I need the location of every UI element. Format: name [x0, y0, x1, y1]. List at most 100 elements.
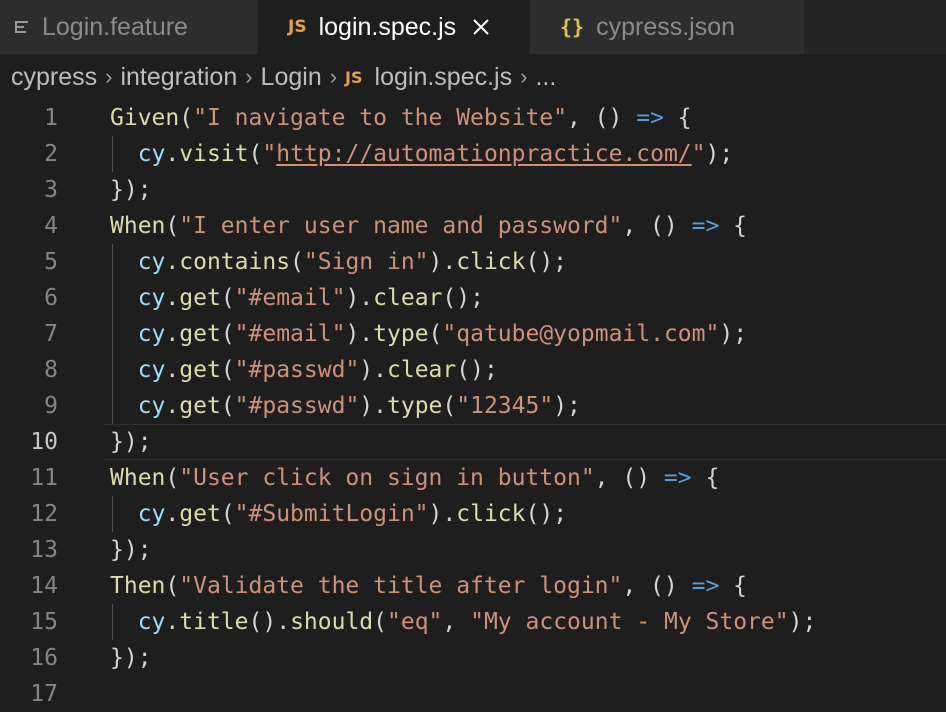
code-token: cy [137, 249, 166, 275]
code-token: "My account - My Store" [470, 609, 789, 635]
breadcrumb-item[interactable]: Login [261, 63, 322, 92]
code-token: (); [456, 357, 498, 383]
code-line[interactable]: 7 cy.get("#email").type("qatube@yopmail.… [0, 316, 946, 352]
code-line[interactable]: 10}); [0, 424, 946, 460]
code-token: ); [705, 141, 734, 167]
code-token: visit [179, 141, 249, 167]
code-line[interactable]: 3}); [0, 172, 946, 208]
feature-file-icon [14, 19, 30, 35]
code-text: cy.get("#passwd").clear(); [110, 352, 498, 388]
breadcrumb: cypress › integration › Login › JS login… [0, 54, 946, 100]
code-line[interactable]: 17 [0, 676, 946, 712]
breadcrumb-item[interactable]: cypress [11, 63, 97, 92]
code-token: , () [622, 213, 692, 239]
code-link[interactable]: http://automationpractice.com/ [276, 141, 691, 167]
code-token: " [691, 141, 706, 167]
code-line[interactable]: 12 cy.get("#SubmitLogin").click(); [0, 496, 946, 532]
code-token: ( [220, 357, 235, 383]
code-token: "Validate the title after login" [179, 573, 623, 599]
chevron-right-icon: › [329, 64, 338, 89]
line-number: 3 [44, 177, 58, 203]
code-token: Then [110, 573, 166, 599]
code-editor[interactable]: 1 Given("I navigate to the Website", () =… [0, 100, 946, 707]
code-token: cy [137, 501, 166, 527]
code-text: }); [110, 172, 152, 208]
code-token: ( [373, 609, 388, 635]
code-token: cy [137, 285, 166, 311]
code-token: ( [179, 105, 194, 131]
code-token: }); [110, 177, 152, 203]
code-line[interactable]: 13}); [0, 532, 946, 568]
breadcrumb-file[interactable]: login.spec.js [375, 63, 513, 92]
code-text: cy.visit("http://automationpractice.com/… [110, 136, 734, 172]
tab-cypress-json[interactable]: {} cypress.json [530, 0, 804, 54]
json-file-icon: {} [560, 15, 585, 39]
code-line[interactable]: 5 cy.contains("Sign in").click(); [0, 244, 946, 280]
code-line[interactable]: 4 When("I enter user name and password", … [0, 208, 946, 244]
code-token: "Sign in" [303, 249, 429, 275]
code-token: ); [788, 609, 817, 635]
code-text: }); [110, 424, 152, 460]
line-number: 6 [44, 285, 58, 311]
js-file-icon: JS [288, 17, 307, 37]
code-token: ( [248, 141, 263, 167]
line-number: 15 [30, 609, 58, 635]
code-token: ( [442, 393, 457, 419]
code-token: . [165, 249, 180, 275]
tab-login-spec-js[interactable]: JS login.spec.js [258, 0, 530, 54]
breadcrumb-more[interactable]: ... [535, 63, 556, 92]
line-number: 10 [30, 429, 58, 455]
code-token: (); [525, 249, 568, 275]
code-line[interactable]: 9 cy.get("#passwd").type("12345"); [0, 388, 946, 424]
code-token: When [110, 465, 166, 491]
code-token: ( [428, 321, 443, 347]
code-token: get [179, 393, 221, 419]
code-token: type [387, 393, 443, 419]
code-line[interactable]: 1 Given("I navigate to the Website", () =… [0, 100, 946, 136]
code-token: ( [220, 285, 235, 311]
breadcrumb-item[interactable]: integration [120, 63, 237, 92]
line-number: 17 [30, 681, 58, 707]
code-token: }); [110, 429, 152, 455]
code-token: "#passwd" [234, 357, 360, 383]
code-token: . [165, 501, 180, 527]
code-line[interactable]: 11 When("User click on sign in button", (… [0, 460, 946, 496]
code-text: cy.get("#email").clear(); [110, 280, 484, 316]
code-token: get [179, 501, 221, 527]
code-token: { [691, 465, 720, 491]
code-line[interactable]: 14 Then("Validate the title after login",… [0, 568, 946, 604]
tab-bar: Login.feature JS login.spec.js {} cypres… [0, 0, 946, 54]
code-token: "qatube@yopmail.com" [442, 321, 720, 347]
code-token: "User click on sign in button" [179, 465, 595, 491]
code-token: ( [165, 213, 180, 239]
tab-login-feature[interactable]: Login.feature [0, 0, 258, 54]
code-token: ( [220, 393, 235, 419]
code-token: "#SubmitLogin" [234, 501, 429, 527]
code-token: title [179, 609, 249, 635]
code-token: "I enter user name and password" [179, 213, 623, 239]
tab-label: login.spec.js [318, 12, 457, 41]
code-token: cy [137, 393, 166, 419]
code-line[interactable]: 6 cy.get("#email").clear(); [0, 280, 946, 316]
code-token: ); [553, 393, 581, 419]
line-number: 1 [44, 105, 58, 131]
close-icon[interactable] [472, 18, 490, 36]
code-token: ( [165, 573, 180, 599]
code-text: cy.get("#SubmitLogin").click(); [110, 496, 567, 532]
code-token: contains [179, 249, 291, 275]
code-line[interactable]: 8 cy.get("#passwd").clear(); [0, 352, 946, 388]
code-line[interactable]: 15 cy.title().should("eq", "My account -… [0, 604, 946, 640]
code-token: "#email" [234, 321, 346, 347]
line-number: 9 [44, 393, 58, 419]
code-line[interactable]: 2 cy.visit("http://automationpractice.co… [0, 136, 946, 172]
code-token: "eq" [387, 609, 443, 635]
code-token: click [456, 249, 526, 275]
code-token: (). [248, 609, 291, 635]
code-token: should [290, 609, 374, 635]
code-line[interactable]: 16}); [0, 640, 946, 676]
code-token: }); [110, 645, 152, 671]
code-token: Given [110, 105, 180, 131]
